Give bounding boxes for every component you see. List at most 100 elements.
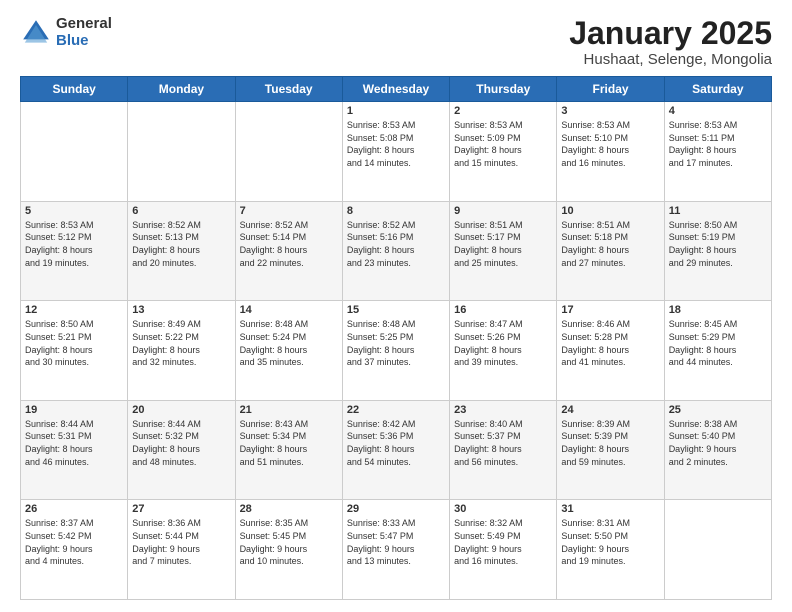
day-info: Sunrise: 8:52 AM Sunset: 5:14 PM Dayligh… [240,219,338,269]
header: General Blue January 2025 Hushaat, Selen… [20,16,772,68]
day-header-saturday: Saturday [664,77,771,102]
day-info: Sunrise: 8:42 AM Sunset: 5:36 PM Dayligh… [347,418,445,468]
day-info: Sunrise: 8:39 AM Sunset: 5:39 PM Dayligh… [561,418,659,468]
day-info: Sunrise: 8:32 AM Sunset: 5:49 PM Dayligh… [454,517,552,567]
calendar-cell: 18 Sunrise: 8:45 AM Sunset: 5:29 PM Dayli… [664,301,771,401]
day-number: 15 [347,304,445,316]
day-info: Sunrise: 8:53 AM Sunset: 5:08 PM Dayligh… [347,119,445,169]
calendar-subtitle: Hushaat, Selenge, Mongolia [569,51,772,68]
calendar-cell: 8Sunrise: 8:52 AM Sunset: 5:16 PM Daylig… [342,201,449,301]
calendar-cell [128,102,235,202]
day-number: 14 [240,304,338,316]
day-info: Sunrise: 8:35 AM Sunset: 5:45 PM Dayligh… [240,517,338,567]
day-info: Sunrise: 8:36 AM Sunset: 5:44 PM Dayligh… [132,517,230,567]
calendar-cell: 13Sunrise: 8:49 AM Sunset: 5:22 PM Dayli… [128,301,235,401]
day-info: Sunrise: 8:38 AM Sunset: 5:40 PM Dayligh… [669,418,767,468]
day-number: 5 [25,205,123,217]
day-info: Sunrise: 8:50 AM Sunset: 5:19 PM Dayligh… [669,219,767,269]
calendar-cell: 25 Sunrise: 8:38 AM Sunset: 5:40 PM Dayli… [664,400,771,500]
calendar-cell: 2Sunrise: 8:53 AM Sunset: 5:09 PM Daylig… [450,102,557,202]
calendar-cell: 15 Sunrise: 8:48 AM Sunset: 5:25 PM Dayli… [342,301,449,401]
calendar-cell: 11 Sunrise: 8:50 AM Sunset: 5:19 PM Dayli… [664,201,771,301]
day-number: 2 [454,105,552,117]
day-info: Sunrise: 8:46 AM Sunset: 5:28 PM Dayligh… [561,318,659,368]
day-info: Sunrise: 8:52 AM Sunset: 5:16 PM Dayligh… [347,219,445,269]
day-number: 4 [669,105,767,117]
day-number: 6 [132,205,230,217]
day-info: Sunrise: 8:45 AM Sunset: 5:29 PM Dayligh… [669,318,767,368]
day-info: Sunrise: 8:44 AM Sunset: 5:32 PM Dayligh… [132,418,230,468]
day-info: Sunrise: 8:43 AM Sunset: 5:34 PM Dayligh… [240,418,338,468]
day-info: Sunrise: 8:40 AM Sunset: 5:37 PM Dayligh… [454,418,552,468]
day-info: Sunrise: 8:50 AM Sunset: 5:21 PM Dayligh… [25,318,123,368]
day-info: Sunrise: 8:51 AM Sunset: 5:18 PM Dayligh… [561,219,659,269]
logo: General Blue [20,16,112,49]
title-block: January 2025 Hushaat, Selenge, Mongolia [569,16,772,68]
calendar-cell: 12 Sunrise: 8:50 AM Sunset: 5:21 PM Dayli… [21,301,128,401]
week-row-4: 26 Sunrise: 8:37 AM Sunset: 5:42 PM Dayli… [21,500,772,600]
day-info: Sunrise: 8:51 AM Sunset: 5:17 PM Dayligh… [454,219,552,269]
day-number: 18 [669,304,767,316]
day-info: Sunrise: 8:48 AM Sunset: 5:25 PM Dayligh… [347,318,445,368]
day-number: 23 [454,404,552,416]
week-row-2: 12 Sunrise: 8:50 AM Sunset: 5:21 PM Dayli… [21,301,772,401]
day-info: Sunrise: 8:53 AM Sunset: 5:12 PM Dayligh… [25,219,123,269]
day-number: 26 [25,503,123,515]
day-number: 30 [454,503,552,515]
day-info: Sunrise: 8:47 AM Sunset: 5:26 PM Dayligh… [454,318,552,368]
calendar-cell: 16Sunrise: 8:47 AM Sunset: 5:26 PM Dayli… [450,301,557,401]
calendar-title: January 2025 [569,16,772,51]
calendar-cell: 27Sunrise: 8:36 AM Sunset: 5:44 PM Dayli… [128,500,235,600]
day-number: 22 [347,404,445,416]
logo-icon [20,17,52,49]
day-header-wednesday: Wednesday [342,77,449,102]
logo-general-text: General [56,16,112,33]
calendar-cell: 10 Sunrise: 8:51 AM Sunset: 5:18 PM Dayli… [557,201,664,301]
week-row-3: 19Sunrise: 8:44 AM Sunset: 5:31 PM Dayli… [21,400,772,500]
page: General Blue January 2025 Hushaat, Selen… [0,0,792,612]
day-number: 28 [240,503,338,515]
day-info: Sunrise: 8:37 AM Sunset: 5:42 PM Dayligh… [25,517,123,567]
calendar-cell: 3 Sunrise: 8:53 AM Sunset: 5:10 PM Daylig… [557,102,664,202]
calendar-cell: 19Sunrise: 8:44 AM Sunset: 5:31 PM Dayli… [21,400,128,500]
calendar-cell [235,102,342,202]
calendar-cell: 30 Sunrise: 8:32 AM Sunset: 5:49 PM Dayli… [450,500,557,600]
day-number: 9 [454,205,552,217]
day-number: 1 [347,105,445,117]
day-header-sunday: Sunday [21,77,128,102]
day-header-thursday: Thursday [450,77,557,102]
logo-blue-text: Blue [56,33,112,50]
day-header-tuesday: Tuesday [235,77,342,102]
calendar-cell: 14Sunrise: 8:48 AM Sunset: 5:24 PM Dayli… [235,301,342,401]
day-info: Sunrise: 8:33 AM Sunset: 5:47 PM Dayligh… [347,517,445,567]
day-number: 7 [240,205,338,217]
calendar-cell: 26 Sunrise: 8:37 AM Sunset: 5:42 PM Dayli… [21,500,128,600]
calendar-table: SundayMondayTuesdayWednesdayThursdayFrid… [20,76,772,600]
day-number: 3 [561,105,659,117]
day-number: 13 [132,304,230,316]
day-number: 17 [561,304,659,316]
day-header-friday: Friday [557,77,664,102]
day-header-monday: Monday [128,77,235,102]
day-info: Sunrise: 8:53 AM Sunset: 5:10 PM Dayligh… [561,119,659,169]
calendar-cell: 4 Sunrise: 8:53 AM Sunset: 5:11 PM Daylig… [664,102,771,202]
calendar-cell: 9 Sunrise: 8:51 AM Sunset: 5:17 PM Daylig… [450,201,557,301]
day-number: 10 [561,205,659,217]
day-info: Sunrise: 8:53 AM Sunset: 5:11 PM Dayligh… [669,119,767,169]
calendar-cell: 20 Sunrise: 8:44 AM Sunset: 5:32 PM Dayli… [128,400,235,500]
day-number: 24 [561,404,659,416]
day-number: 20 [132,404,230,416]
day-number: 25 [669,404,767,416]
day-number: 31 [561,503,659,515]
calendar-cell: 24 Sunrise: 8:39 AM Sunset: 5:39 PM Dayli… [557,400,664,500]
day-number: 21 [240,404,338,416]
day-number: 12 [25,304,123,316]
logo-text: General Blue [56,16,112,49]
calendar-cell: 21 Sunrise: 8:43 AM Sunset: 5:34 PM Dayli… [235,400,342,500]
calendar-cell [21,102,128,202]
calendar-cell: 6Sunrise: 8:52 AM Sunset: 5:13 PM Daylig… [128,201,235,301]
day-number: 11 [669,205,767,217]
day-info: Sunrise: 8:31 AM Sunset: 5:50 PM Dayligh… [561,517,659,567]
week-row-0: 1 Sunrise: 8:53 AM Sunset: 5:08 PM Daylig… [21,102,772,202]
calendar-cell: 1 Sunrise: 8:53 AM Sunset: 5:08 PM Daylig… [342,102,449,202]
